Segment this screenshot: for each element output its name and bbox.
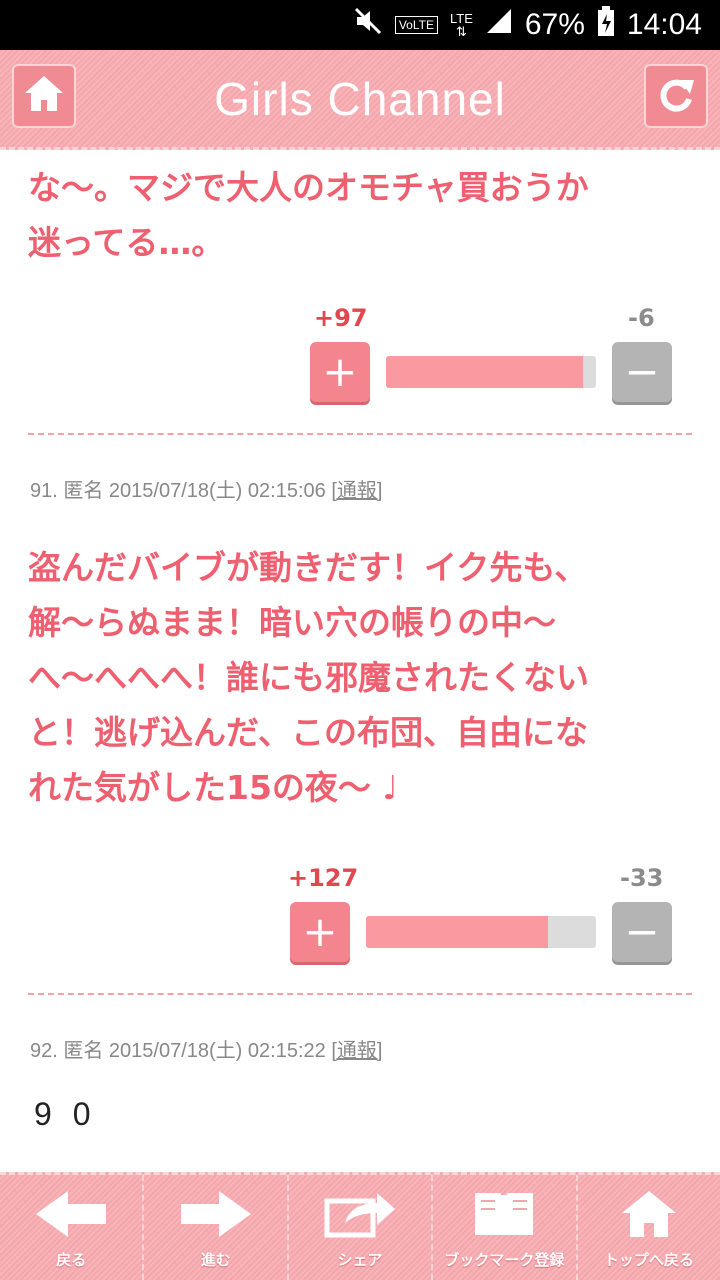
- vote-ratio-fill: [386, 356, 584, 388]
- divider: [28, 993, 692, 995]
- comment-meta: 91. 匿名 2015/07/18(土) 02:15:06 [通報]: [30, 480, 383, 502]
- lte-icon: LTE ⇅: [449, 11, 473, 39]
- report-link[interactable]: [通報]: [331, 480, 382, 502]
- minus-button[interactable]: −: [612, 902, 672, 962]
- forward-button[interactable]: 進む: [142, 1175, 286, 1280]
- battery-percent: 67%: [524, 8, 585, 41]
- vote-ratio-bar: [366, 916, 596, 948]
- arrow-right-icon: [179, 1189, 253, 1243]
- plus-button[interactable]: +: [310, 342, 370, 402]
- report-link[interactable]: [通報]: [331, 1040, 382, 1062]
- divider: [28, 433, 692, 435]
- book-icon: [467, 1189, 541, 1243]
- comment-body: 盗んだバイブが動きだす！イク先も、 解〜らぬまま！暗い穴の帳りの中〜 へ〜へへへ…: [28, 548, 589, 807]
- vote-ratio-fill: [366, 916, 548, 948]
- back-button[interactable]: 戻る: [0, 1175, 142, 1280]
- app-title: Girls Channel: [214, 73, 506, 125]
- comment-body: な〜。マジで大人のオモチャ買おうか 迷ってる…。: [28, 168, 589, 262]
- signal-icon: [485, 7, 513, 43]
- battery-icon: [597, 6, 615, 44]
- share-button[interactable]: シェア: [286, 1175, 431, 1280]
- plus-count: +127: [288, 864, 359, 892]
- app-header: Girls Channel: [0, 50, 720, 150]
- clock: 14:04: [626, 8, 702, 41]
- home-icon: [612, 1189, 686, 1243]
- minus-count: -6: [628, 304, 655, 332]
- plus-count: +97: [314, 304, 368, 332]
- plus-button[interactable]: +: [290, 902, 350, 962]
- refresh-button[interactable]: [644, 64, 708, 128]
- refresh-icon: [654, 72, 698, 120]
- minus-count: -33: [620, 864, 664, 892]
- comment-list: な〜。マジで大人のオモチャ買おうか 迷ってる…。 +97 -6 + − 91. …: [0, 150, 720, 1172]
- arrow-left-icon: [34, 1189, 108, 1243]
- vote-ratio-bar: [386, 356, 596, 388]
- mute-icon: [353, 6, 383, 44]
- comment-body: 9 0: [34, 1096, 97, 1132]
- bottom-toolbar: 戻る 進む シェア ブックマーク登録 トップへ戻る: [0, 1172, 720, 1280]
- top-button[interactable]: トップへ戻る: [575, 1175, 720, 1280]
- comment-meta: 92. 匿名 2015/07/18(土) 02:15:22 [通報]: [30, 1040, 383, 1062]
- bookmark-button[interactable]: ブックマーク登録: [431, 1175, 575, 1280]
- status-bar: VoLTE LTE ⇅ 67% 14:04: [0, 0, 720, 50]
- minus-button[interactable]: −: [612, 342, 672, 402]
- share-icon: [323, 1189, 397, 1243]
- volte-icon: VoLTE: [394, 16, 438, 34]
